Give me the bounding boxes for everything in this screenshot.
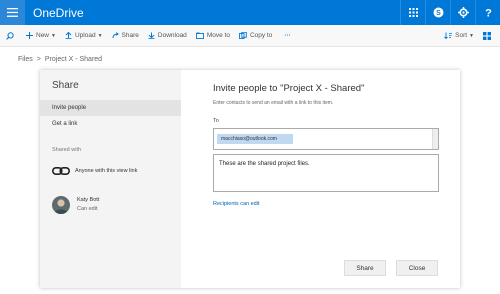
breadcrumb-root[interactable]: Files [18, 56, 33, 63]
copy-to-button[interactable]: Copy to [238, 25, 273, 47]
view-link-label: Anyone with this view link [75, 168, 138, 174]
upload-label: Upload [74, 32, 96, 39]
share-label: Share [121, 32, 139, 39]
move-to-label: Move to [206, 32, 230, 39]
more-button[interactable]: ··· [284, 25, 291, 47]
more-icon: ··· [284, 32, 291, 39]
share-title: Share [52, 80, 79, 91]
recipient-chip[interactable]: macchiaso@outlook.com [217, 134, 293, 144]
app-title[interactable]: OneDrive [33, 6, 84, 20]
copy-to-label: Copy to [249, 32, 273, 39]
move-folder-icon [195, 32, 204, 39]
settings-button[interactable] [450, 0, 475, 25]
top-bar: OneDrive S ? [0, 0, 500, 25]
help-button[interactable]: ? [475, 0, 500, 25]
to-scrollbar[interactable] [432, 129, 438, 149]
recipients-can-edit-link[interactable]: Recipients can edit [213, 201, 259, 207]
chevron-down-icon: ▼ [469, 32, 474, 39]
apps-grid-button[interactable] [400, 0, 425, 25]
app-launcher-button[interactable] [0, 0, 25, 25]
view-toggle-button[interactable] [483, 25, 494, 47]
plus-icon [26, 32, 33, 39]
search-button[interactable] [6, 25, 17, 47]
new-label: New [36, 32, 50, 39]
nav-get-a-link[interactable]: Get a link [40, 116, 181, 132]
invite-heading: Invite people to "Project X - Shared" [213, 83, 365, 94]
to-field[interactable]: macchiaso@outlook.com [213, 128, 439, 150]
menu-icon [7, 8, 18, 17]
svg-text:?: ? [485, 8, 492, 19]
upload-icon [65, 32, 72, 39]
chevron-down-icon: ▼ [97, 32, 103, 39]
breadcrumb-separator: > [36, 56, 41, 63]
grid-icon [408, 8, 418, 17]
svg-text:S: S [436, 10, 441, 17]
skype-button[interactable]: S [425, 0, 450, 25]
share-command[interactable]: Share [112, 25, 139, 47]
user-photo-icon [54, 199, 68, 214]
help-icon: ? [485, 8, 492, 19]
view-link-entry[interactable]: Anyone with this view link [52, 167, 137, 175]
share-dialog: Share Invite people Get a link Shared wi… [40, 70, 460, 288]
sort-button[interactable]: Sort ▼ [444, 25, 474, 47]
gear-icon [457, 7, 469, 18]
message-field[interactable]: These are the shared project files. [213, 154, 439, 192]
search-icon [6, 31, 14, 40]
share-sidebar: Share Invite people Get a link Shared wi… [40, 70, 181, 288]
close-button[interactable]: Close [396, 260, 438, 276]
invite-panel: Invite people to "Project X - Shared" En… [181, 70, 460, 288]
to-label: To [213, 118, 219, 124]
shared-with-label: Shared with [52, 147, 82, 153]
nav-invite-people[interactable]: Invite people [40, 100, 181, 116]
move-to-button[interactable]: Move to [195, 25, 230, 47]
tiles-view-icon [483, 31, 491, 40]
sort-icon [444, 32, 453, 39]
download-icon [148, 32, 155, 39]
breadcrumb-current: Project X - Shared [44, 56, 103, 63]
user-permission: Can edit [77, 206, 98, 212]
upload-button[interactable]: Upload ▼ [65, 25, 103, 47]
breadcrumb: Files > Project X - Shared [18, 56, 102, 63]
user-info: Katy Bott Can edit [77, 196, 99, 214]
new-button[interactable]: New ▼ [26, 25, 56, 47]
download-label: Download [157, 32, 187, 39]
user-name: Katy Bott [77, 197, 100, 203]
invite-instructions: Enter contacts to send an email with a l… [213, 100, 334, 106]
skype-icon: S [433, 7, 443, 18]
share-button[interactable]: Share [344, 260, 386, 276]
avatar [52, 196, 70, 214]
download-button[interactable]: Download [148, 25, 187, 47]
sort-label: Sort [455, 32, 468, 39]
shared-user-entry[interactable]: Katy Bott Can edit [52, 196, 99, 214]
share-icon [112, 32, 119, 39]
chevron-down-icon: ▼ [51, 32, 56, 39]
link-icon [52, 167, 70, 175]
copy-icon [238, 32, 247, 39]
command-bar: New ▼ Upload ▼ Share Download Move to Co… [0, 25, 500, 47]
